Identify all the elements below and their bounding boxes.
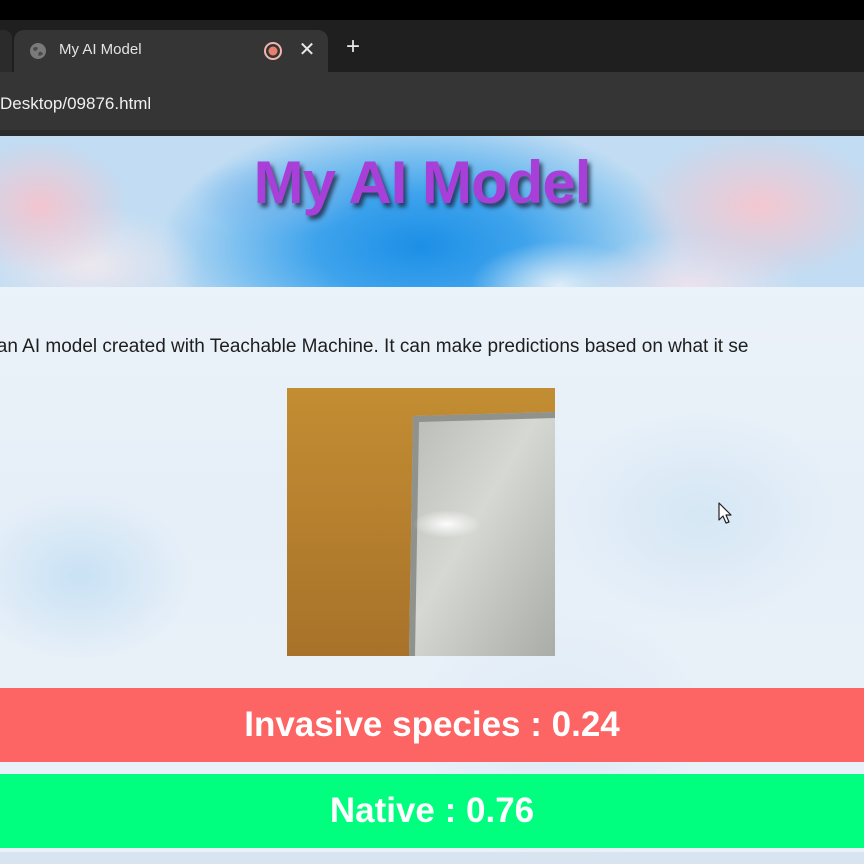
page-bottom-strip (0, 852, 864, 864)
plus-icon[interactable]: + (340, 34, 366, 60)
prediction-separator: : (434, 791, 467, 830)
tab-bar: My AI Model ✕ + (0, 20, 864, 72)
prediction-native: Native : 0.76 (0, 774, 864, 848)
prediction-separator: : (520, 705, 552, 744)
globe-icon (29, 42, 47, 60)
tab-my-ai-model[interactable]: My AI Model ✕ (14, 30, 328, 72)
header-banner: My AI Model (0, 136, 864, 287)
prediction-value: 0.76 (466, 791, 535, 830)
page-content: My AI Model s an AI model created with T… (0, 136, 864, 864)
address-bar[interactable]: Desktop/09876.html (0, 72, 864, 134)
url-text[interactable]: Desktop/09876.html (0, 94, 151, 114)
prediction-value: 0.24 (551, 705, 620, 744)
window-top-strip (0, 0, 864, 20)
model-description: s an AI model created with Teachable Mac… (0, 336, 749, 357)
prediction-label: Native (329, 791, 435, 830)
prediction-invasive-species: Invasive species : 0.24 (0, 688, 864, 762)
mouse-cursor-icon (718, 502, 734, 526)
webcam-preview (287, 388, 555, 656)
tab-title: My AI Model (59, 41, 142, 58)
prediction-label: Invasive species (244, 705, 521, 744)
previous-tab-edge[interactable] (0, 30, 12, 72)
recording-indicator-icon[interactable] (263, 41, 283, 61)
page-title: My AI Model (253, 149, 592, 216)
close-icon[interactable]: ✕ (296, 38, 318, 62)
